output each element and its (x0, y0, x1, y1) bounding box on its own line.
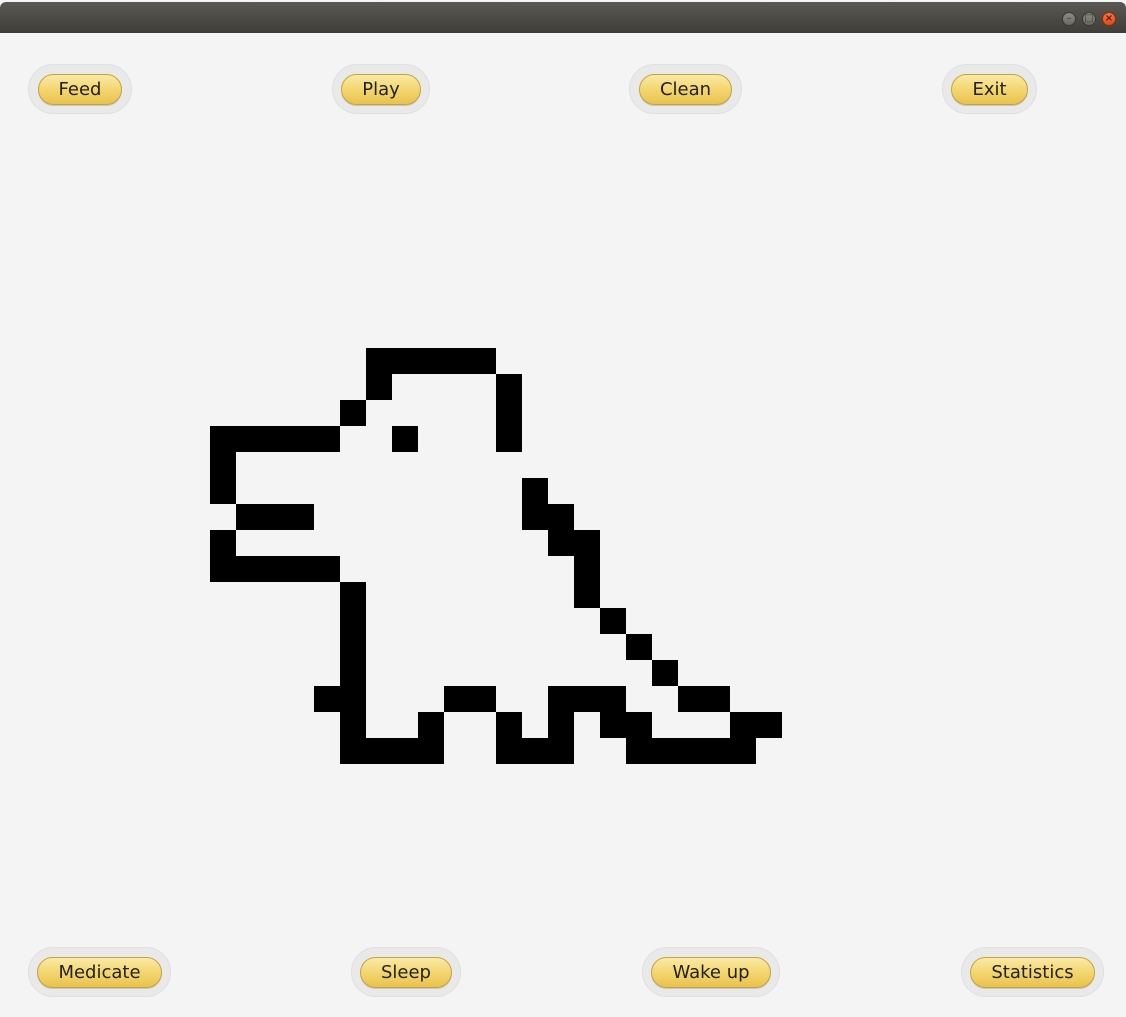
sprite-pixel (678, 686, 730, 712)
sprite-pixel (210, 556, 340, 582)
sprite-pixel (314, 686, 366, 712)
sprite-pixel (522, 504, 574, 530)
maximize-icon[interactable]: □ (1082, 12, 1096, 26)
sprite-pixel (626, 634, 652, 660)
sprite-pixel (496, 712, 522, 738)
sprite-pixel (210, 426, 340, 452)
sprite-pixel (600, 608, 626, 634)
sleep-button[interactable]: Sleep (359, 956, 452, 988)
sprite-pixel (340, 738, 444, 764)
sprite-pixel (392, 426, 418, 452)
sprite-pixel (340, 582, 366, 686)
sprite-pixel (496, 374, 522, 452)
sprite-pixel (548, 686, 626, 712)
sprite-pixel (418, 712, 444, 738)
sprite-pixel (600, 712, 652, 738)
sprite-pixel (366, 348, 496, 374)
sprite-pixel (626, 738, 756, 764)
statistics-button-frame: Statistics (961, 947, 1104, 997)
sprite-pixel (730, 712, 782, 738)
close-icon[interactable]: × (1102, 12, 1116, 26)
title-bar[interactable]: – □ × (0, 2, 1126, 33)
wake-up-button[interactable]: Wake up (651, 956, 771, 988)
sprite-pixel (366, 374, 392, 400)
sprite-pixel (652, 660, 678, 686)
sprite-pixel (236, 504, 314, 530)
statistics-button[interactable]: Statistics (970, 956, 1095, 988)
sprite-pixel (444, 686, 496, 712)
wake-up-button-frame: Wake up (642, 947, 780, 997)
sprite-pixel (496, 738, 574, 764)
medicate-button-frame: Medicate (28, 947, 171, 997)
sprite-pixel (574, 556, 600, 608)
pet-display (0, 33, 1126, 1017)
sprite-pixel (210, 452, 236, 504)
sprite-pixel (522, 478, 548, 504)
minimize-icon[interactable]: – (1062, 12, 1076, 26)
sprite-pixel (340, 400, 366, 426)
medicate-button[interactable]: Medicate (37, 956, 162, 988)
sprite-pixel (340, 712, 366, 738)
sprite-pixel (548, 530, 600, 556)
app-window: – □ × Feed Play Clean Exit Medicate Slee… (0, 0, 1126, 1017)
sleep-button-frame: Sleep (351, 947, 461, 997)
sprite-pixel (548, 712, 574, 738)
sprite-pixel (210, 530, 236, 556)
